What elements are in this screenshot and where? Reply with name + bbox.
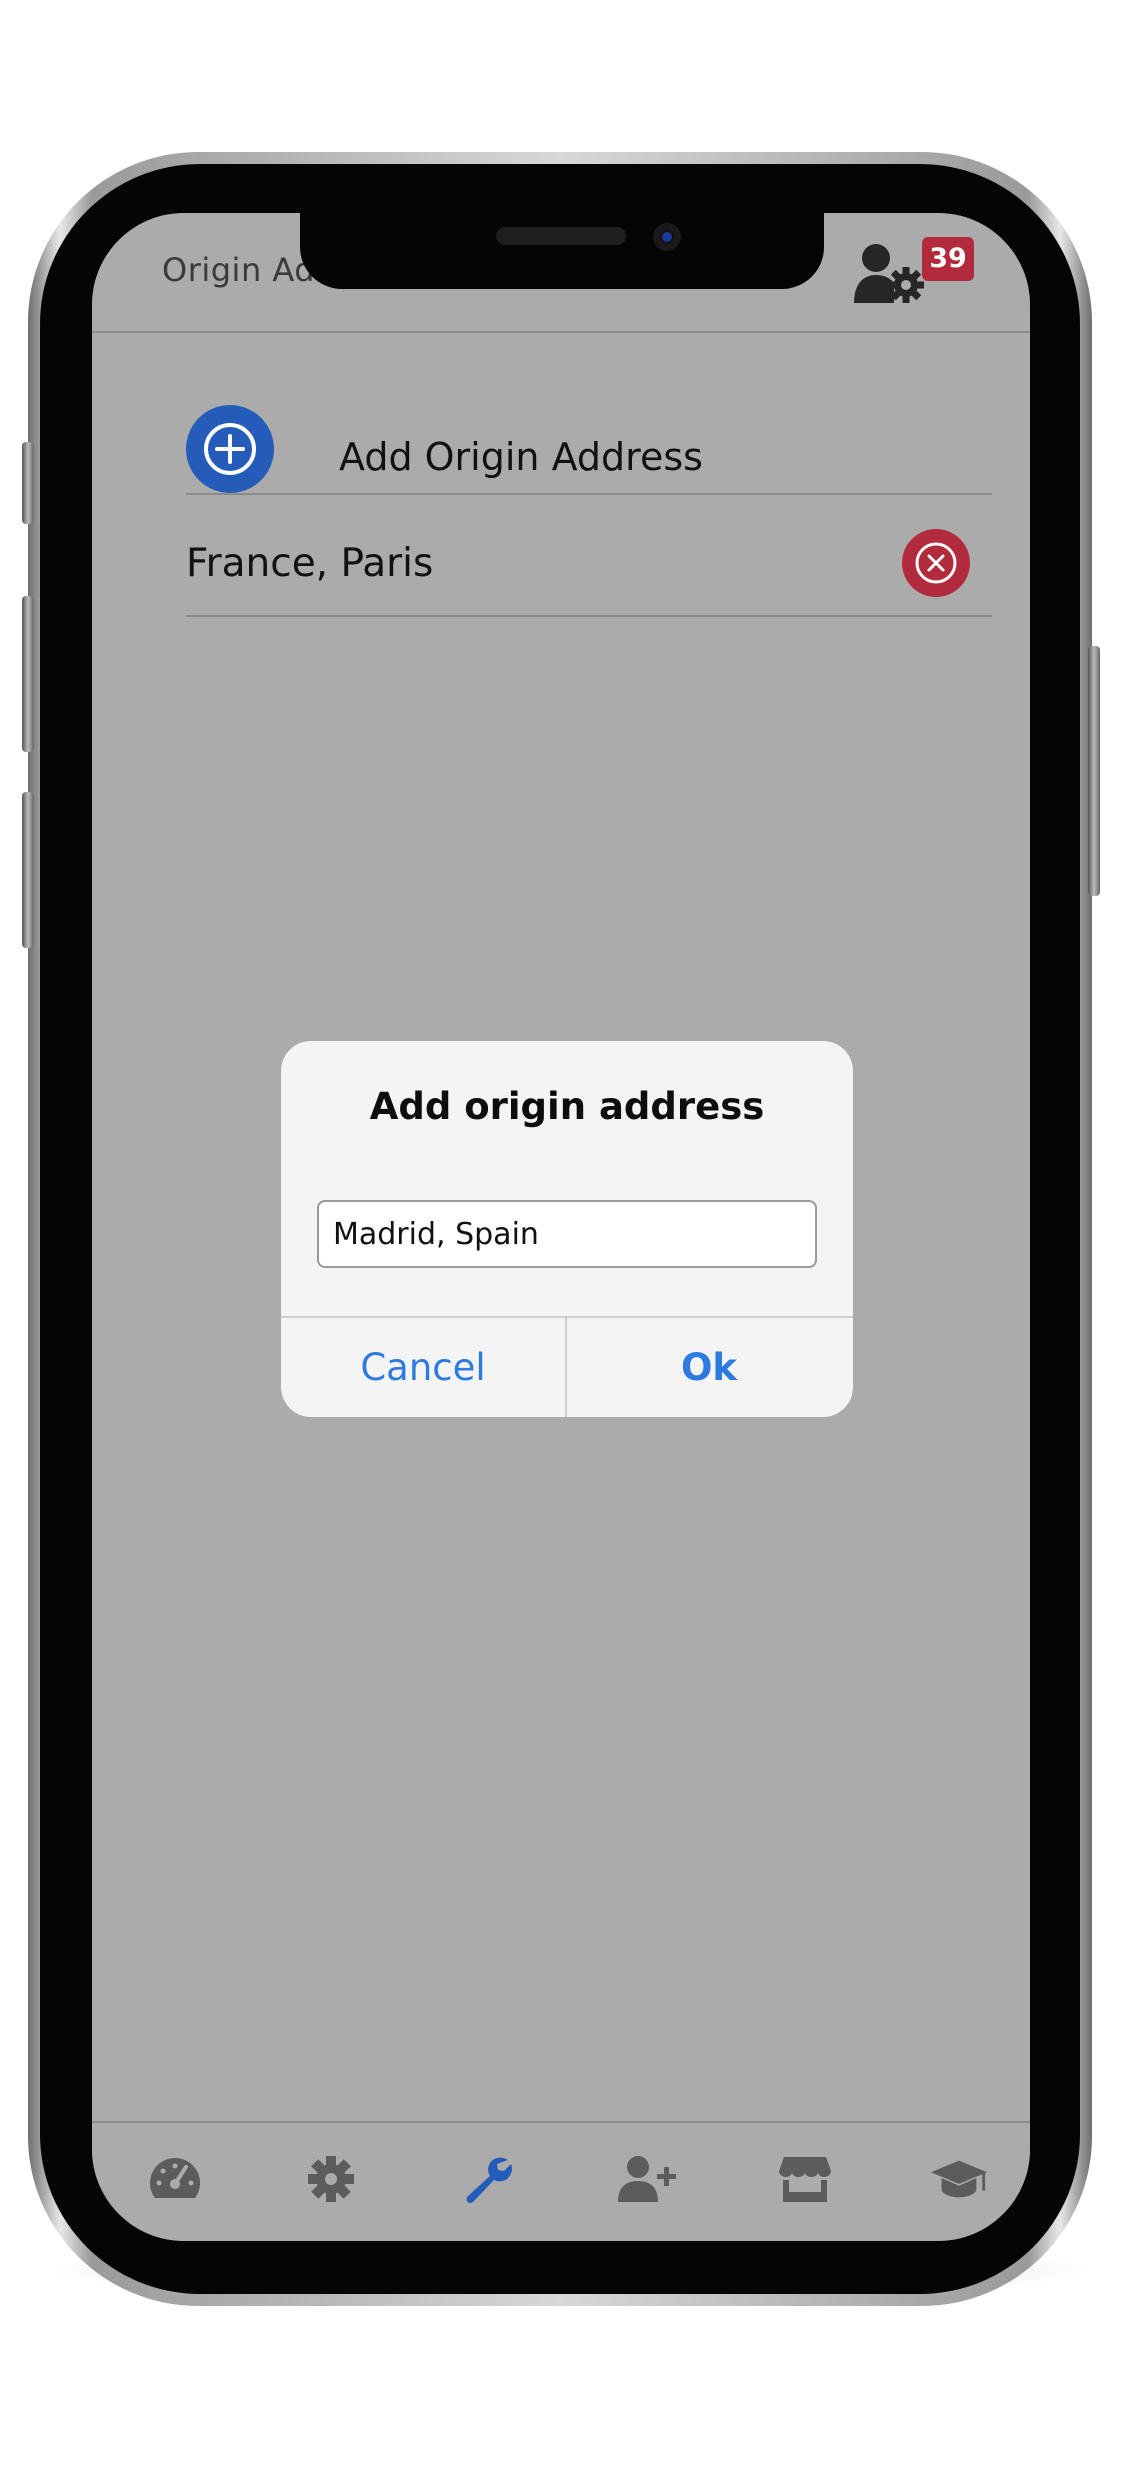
- x-circle-icon[interactable]: [902, 529, 970, 597]
- graduation-cap-icon[interactable]: [929, 2151, 989, 2207]
- user-gear-icon[interactable]: [854, 241, 926, 305]
- add-origin-address-label: Add Origin Address: [339, 435, 703, 479]
- volume-down-button: [22, 792, 34, 948]
- add-origin-address-dialog: Add origin address Cancel Ok: [281, 1041, 853, 1417]
- add-user-icon[interactable]: [617, 2151, 677, 2207]
- address-list-item: France, Paris: [186, 495, 992, 617]
- notification-badge: 39: [922, 237, 974, 281]
- volume-up-button: [22, 596, 34, 752]
- address-label: France, Paris: [186, 541, 434, 586]
- ok-button[interactable]: Ok: [567, 1318, 851, 1417]
- mute-switch: [22, 442, 34, 524]
- page-title: Origin Ad: [162, 251, 316, 289]
- dialog-title: Add origin address: [369, 1085, 765, 1128]
- bottom-tab-bar: [92, 2121, 1030, 2241]
- store-icon[interactable]: [775, 2151, 835, 2207]
- cancel-button[interactable]: Cancel: [281, 1318, 565, 1417]
- front-camera: [653, 223, 681, 251]
- speaker-grille: [496, 227, 626, 245]
- origin-address-input[interactable]: [317, 1200, 817, 1268]
- plus-circle-icon[interactable]: [186, 405, 274, 493]
- wrench-icon[interactable]: [459, 2151, 519, 2207]
- add-origin-address-row[interactable]: Add Origin Address: [186, 381, 992, 495]
- speedometer-icon[interactable]: [145, 2151, 205, 2207]
- notch: [300, 213, 824, 289]
- app-screen: Origin Ad 39 Add Origin Address France, …: [92, 213, 1030, 2241]
- gear-icon[interactable]: [301, 2151, 361, 2207]
- power-button: [1088, 646, 1100, 896]
